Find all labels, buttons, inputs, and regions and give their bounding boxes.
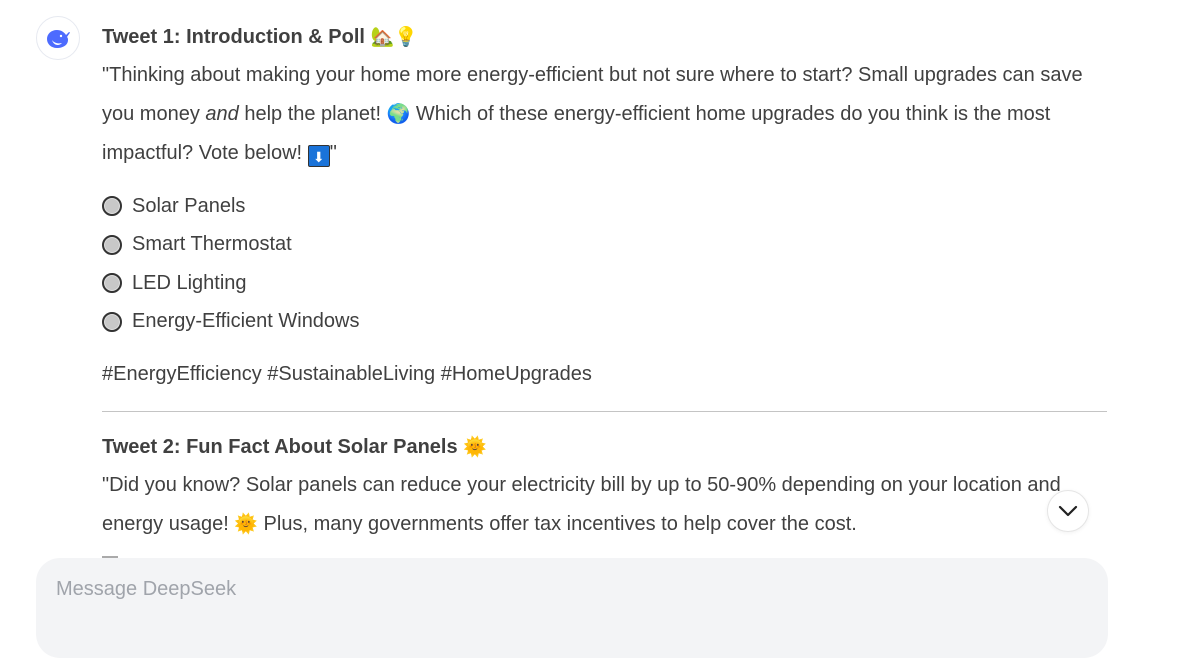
tweet1-body-text-2: help the planet!: [238, 103, 387, 125]
tweet1-body: "Thinking about making your home more en…: [102, 56, 1107, 173]
hashtags: #EnergyEfficiency #SustainableLiving #Ho…: [102, 363, 592, 385]
radio-icon[interactable]: [102, 234, 122, 255]
assistant-avatar: [36, 16, 80, 60]
radio-icon[interactable]: [102, 273, 122, 294]
tweet1-heading: Tweet 1: Introduction & Poll 🏡💡: [102, 22, 1107, 52]
down-arrow-icon: ⬇: [307, 145, 330, 167]
tweet1-body-end: ": [329, 142, 337, 164]
radio-icon[interactable]: [102, 196, 122, 217]
poll-option[interactable]: Smart Thermostat: [102, 226, 1107, 265]
deepseek-whale-icon: [47, 30, 70, 48]
tweet2-heading-text: Tweet 2: Fun Fact About Solar Panels: [102, 436, 458, 458]
tweet2-body-text-2: Plus, many governments offer tax incenti…: [258, 513, 857, 535]
message-composer: [36, 558, 1108, 658]
globe-icon: 🌍: [386, 103, 411, 125]
sun-icon: 🌞: [463, 436, 487, 458]
poll-option-label: Energy-Efficient Windows: [132, 310, 360, 333]
poll-option[interactable]: Solar Panels: [102, 187, 1107, 226]
tweet1-heading-text: Tweet 1: Introduction & Poll: [102, 26, 365, 48]
sun-face-icon: 🌞: [234, 513, 258, 535]
assistant-message: Tweet 1: Introduction & Poll 🏡💡 "Thinkin…: [102, 22, 1107, 544]
divider: [102, 411, 1107, 412]
tweet2-body: "Did you know? Solar panels can reduce y…: [102, 466, 1107, 544]
poll-options: Solar Panels Smart Thermostat LED Lighti…: [102, 187, 1107, 341]
tweet1-body-em: and: [205, 103, 239, 125]
house-bulb-icon: 🏡💡: [370, 26, 418, 48]
poll-option[interactable]: Energy-Efficient Windows: [102, 303, 1107, 342]
message-input[interactable]: [56, 578, 1088, 601]
chevron-down-icon: [1058, 505, 1078, 517]
scroll-to-bottom-button[interactable]: [1047, 490, 1089, 532]
poll-option-label: Smart Thermostat: [132, 233, 292, 256]
radio-icon[interactable]: [102, 311, 122, 332]
poll-option-label: Solar Panels: [132, 194, 246, 217]
tweet2-heading: Tweet 2: Fun Fact About Solar Panels 🌞: [102, 432, 1107, 462]
poll-option[interactable]: LED Lighting: [102, 264, 1107, 303]
poll-option-label: LED Lighting: [132, 271, 247, 294]
